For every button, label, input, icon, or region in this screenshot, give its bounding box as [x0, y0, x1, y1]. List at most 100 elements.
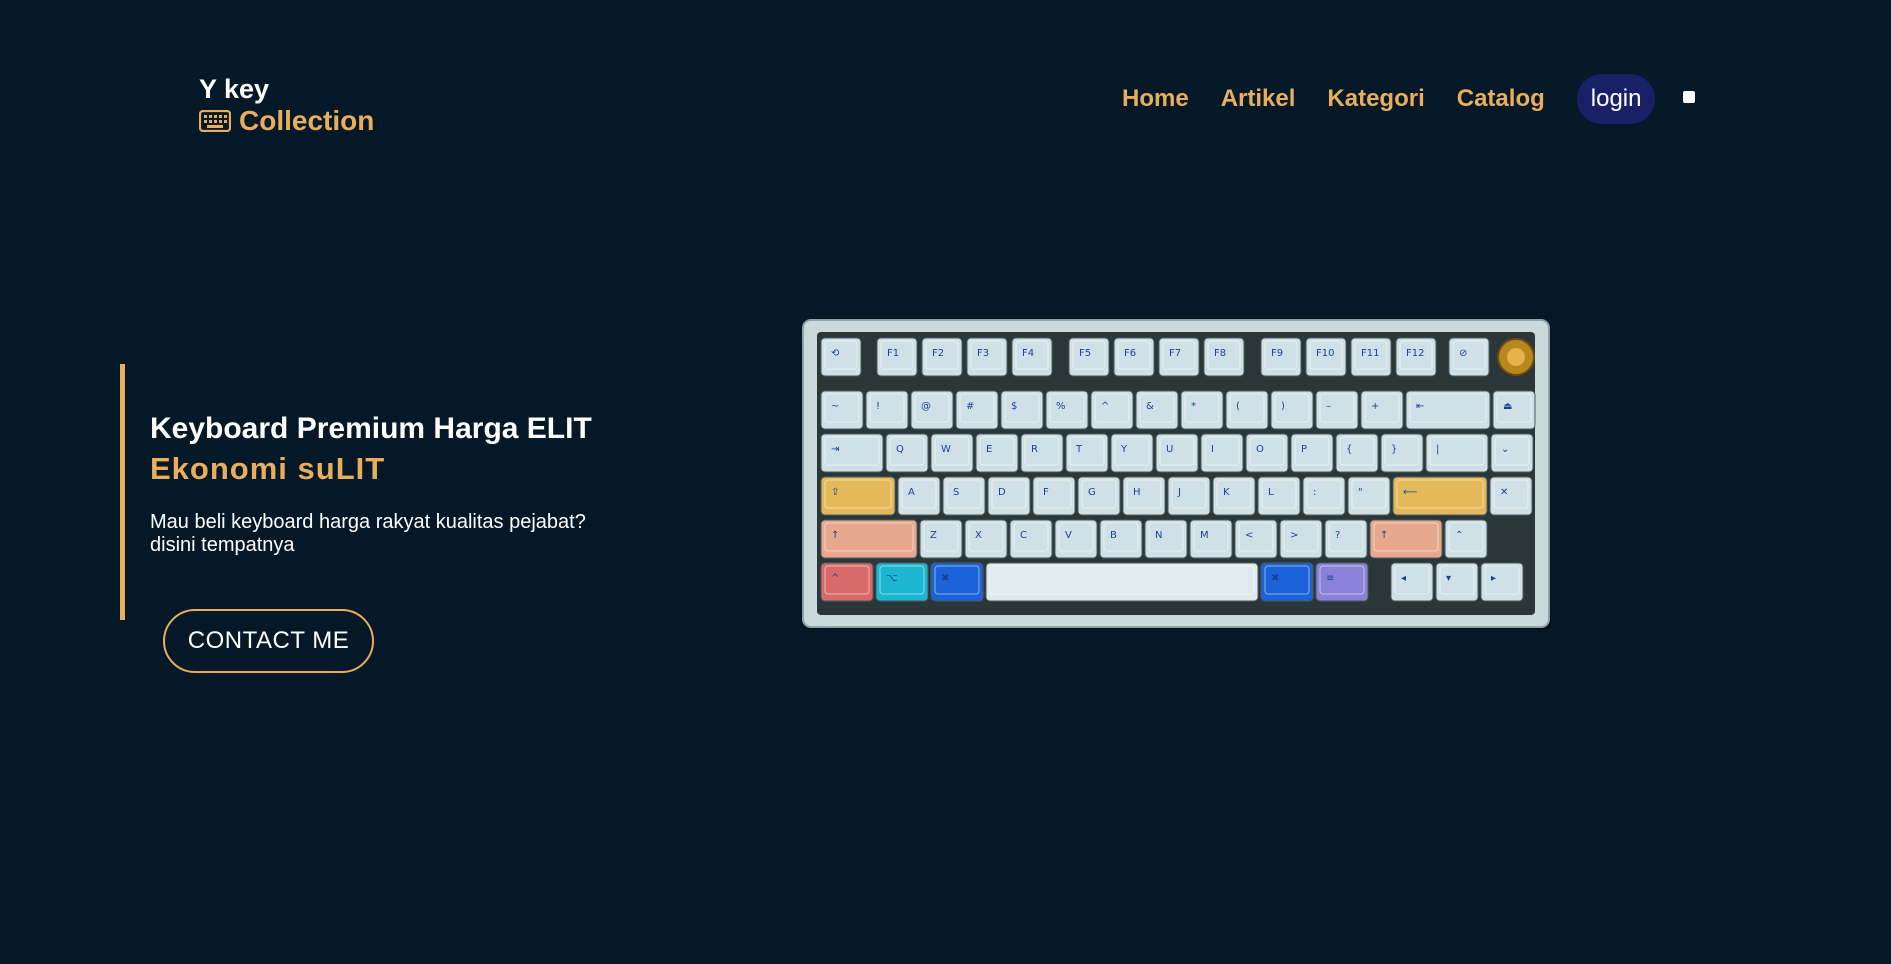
- svg-text:⇤: ⇤: [1416, 401, 1424, 412]
- svg-text:<: <: [1245, 530, 1253, 541]
- hero-title: Keyboard Premium Harga ELIT: [150, 412, 592, 445]
- svg-text:K: K: [1223, 487, 1230, 498]
- kb-key: Y: [1110, 433, 1154, 473]
- kb-key: &: [1135, 390, 1179, 430]
- kb-key: C: [1009, 519, 1053, 559]
- kb-key: F7: [1158, 337, 1200, 377]
- svg-text:✖: ✖: [941, 573, 949, 584]
- kb-key: I: [1200, 433, 1244, 473]
- svg-text:▾: ▾: [1446, 573, 1451, 584]
- kb-key: B: [1099, 519, 1143, 559]
- svg-text:✖: ✖: [1271, 573, 1279, 584]
- svg-text:F3: F3: [977, 348, 989, 359]
- kb-key: J: [1167, 476, 1211, 516]
- kb-key: F5: [1068, 337, 1110, 377]
- kb-key: ": [1347, 476, 1391, 516]
- kb-key: ⌃: [1444, 519, 1488, 559]
- svg-text:(: (: [1236, 401, 1240, 412]
- svg-text:{: {: [1346, 444, 1352, 455]
- nav-catalog[interactable]: Catalog: [1457, 73, 1545, 125]
- kb-key: @: [910, 390, 954, 430]
- svg-text:+: +: [1371, 401, 1379, 412]
- kb-key: T: [1065, 433, 1109, 473]
- svg-text:#: #: [966, 401, 974, 412]
- svg-text:⌄: ⌄: [1501, 444, 1509, 455]
- svg-text:U: U: [1166, 444, 1173, 455]
- svg-text:Q: Q: [896, 444, 904, 455]
- kb-key: F9: [1260, 337, 1302, 377]
- kb-key: ⟵: [1392, 476, 1488, 516]
- svg-text:?: ?: [1335, 530, 1340, 541]
- hero-description: Mau beli keyboard harga rakyat kualitas …: [150, 511, 586, 556]
- svg-text:L: L: [1268, 487, 1274, 498]
- kb-key: ⇤: [1405, 390, 1491, 430]
- svg-text:–: –: [1326, 401, 1331, 412]
- svg-text:F2: F2: [932, 348, 944, 359]
- kb-key: {: [1335, 433, 1379, 473]
- kb-key: ~: [820, 390, 864, 430]
- kb-key: O: [1245, 433, 1289, 473]
- svg-text:C: C: [1020, 530, 1027, 541]
- nav-kategori[interactable]: Kategori: [1327, 73, 1424, 125]
- svg-text:H: H: [1133, 487, 1141, 498]
- kb-key: D: [987, 476, 1031, 516]
- brand-line2: Collection: [239, 105, 375, 136]
- kb-key: M: [1189, 519, 1233, 559]
- kb-key: ▾: [1435, 562, 1479, 602]
- svg-text:^: ^: [831, 573, 839, 584]
- svg-text:⟵: ⟵: [1403, 487, 1417, 498]
- login-button[interactable]: login: [1576, 74, 1656, 124]
- svg-text:@: @: [921, 401, 931, 412]
- kb-key: H: [1122, 476, 1166, 516]
- svg-text:M: M: [1200, 530, 1209, 541]
- kb-key: F6: [1113, 337, 1155, 377]
- kb-key: S: [942, 476, 986, 516]
- contact-me-button[interactable]: CONTACT ME: [163, 609, 374, 673]
- kb-key: ?: [1324, 519, 1368, 559]
- theme-toggle[interactable]: [1683, 91, 1696, 103]
- nav-artikel[interactable]: Artikel: [1221, 73, 1296, 125]
- kb-key: P: [1290, 433, 1334, 473]
- svg-text:": ": [1358, 487, 1363, 498]
- kb-key: ^: [820, 562, 874, 602]
- svg-text:F10: F10: [1316, 348, 1334, 359]
- svg-text:F1: F1: [887, 348, 899, 359]
- svg-text:$: $: [1011, 401, 1017, 412]
- nav-home[interactable]: Home: [1122, 73, 1189, 125]
- kb-key: F11: [1350, 337, 1392, 377]
- hero-accent-bar: [120, 364, 125, 620]
- kb-key: <: [1234, 519, 1278, 559]
- kb-key: L: [1257, 476, 1301, 516]
- kb-key: ▸: [1480, 562, 1524, 602]
- kb-key: F: [1032, 476, 1076, 516]
- svg-text:O: O: [1256, 444, 1264, 455]
- kb-key: ⇥: [820, 433, 884, 473]
- kb-key: #: [955, 390, 999, 430]
- svg-text:F8: F8: [1214, 348, 1226, 359]
- kb-key: F8: [1203, 337, 1245, 377]
- svg-text:I: I: [1211, 444, 1214, 455]
- kb-key: ⌥: [875, 562, 929, 602]
- svg-text:): ): [1281, 401, 1285, 412]
- kb-key: F10: [1305, 337, 1347, 377]
- kb-key: F1: [876, 337, 918, 377]
- kb-key: ✖: [1260, 562, 1314, 602]
- svg-text:J: J: [1177, 487, 1181, 498]
- svg-text:%: %: [1056, 401, 1066, 412]
- kb-key: %: [1045, 390, 1089, 430]
- kb-key: ✕: [1489, 476, 1533, 516]
- kb-key: E: [975, 433, 1019, 473]
- brand-logo[interactable]: Y key Collection: [199, 74, 374, 137]
- svg-text:≡: ≡: [1326, 573, 1334, 584]
- svg-text:◂: ◂: [1401, 573, 1406, 584]
- svg-text:T: T: [1075, 444, 1083, 455]
- keyboard-image: ⟲ F1 F2 F3 F4 F5 F6 F7 F8 F9 F10 F11 F12 ⊘ ~! @ # $% ^ & * ()…: [802, 319, 1550, 628]
- kb-key: $: [1000, 390, 1044, 430]
- svg-text:*: *: [1191, 401, 1196, 412]
- kb-key: ↑: [1369, 519, 1443, 559]
- svg-text:A: A: [908, 487, 915, 498]
- svg-text:|: |: [1436, 444, 1439, 455]
- kb-key: K: [1212, 476, 1256, 516]
- svg-text:D: D: [998, 487, 1006, 498]
- svg-text:~: ~: [831, 401, 839, 412]
